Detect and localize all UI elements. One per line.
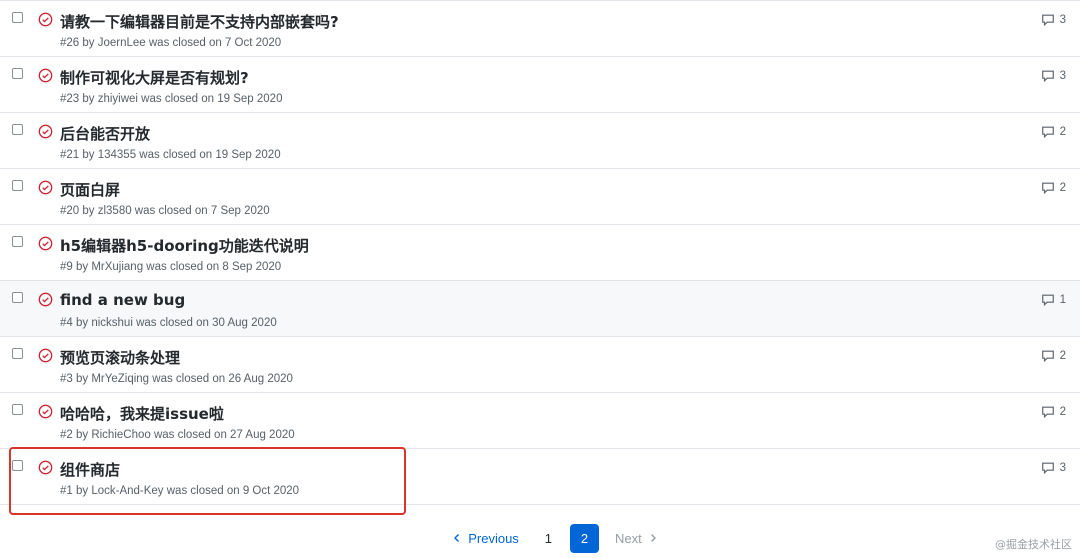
issue-meta: #3 by MrYeZiqing was closed on 26 Aug 20… [60, 373, 293, 385]
comment-icon [1041, 406, 1054, 419]
issue-title-link[interactable]: h5编辑器h5-dooring功能迭代说明 [60, 235, 309, 256]
select-checkbox[interactable] [12, 460, 23, 471]
select-checkbox[interactable] [12, 180, 23, 191]
issue-list: 请教一下编辑器目前是不支持内部嵌套吗? #26 by JoernLee was … [0, 0, 1080, 505]
issue-meta: #23 by zhiyiwei was closed on 19 Sep 202… [60, 93, 283, 105]
issue-meta: #2 by RichieChoo was closed on 27 Aug 20… [60, 429, 295, 441]
comment-count: 3 [1059, 70, 1066, 82]
closed-issue-icon [38, 348, 53, 363]
comment-count: 3 [1059, 14, 1066, 26]
issue-row[interactable]: 制作可视化大屏是否有规划? #23 by zhiyiwei was closed… [0, 57, 1080, 113]
comments-link[interactable]: 3 [1041, 13, 1066, 27]
chevron-right-icon [650, 534, 656, 542]
comment-count: 1 [1059, 294, 1066, 306]
select-checkbox[interactable] [12, 12, 23, 23]
comment-icon [1041, 462, 1054, 475]
closed-issue-icon [38, 460, 53, 475]
issue-title-link[interactable]: 制作可视化大屏是否有规划? [60, 67, 249, 88]
issue-row[interactable]: 组件商店 #1 by Lock-And-Key was closed on 9 … [0, 449, 1080, 505]
closed-issue-icon [38, 236, 53, 251]
issue-meta: #20 by zl3580 was closed on 7 Sep 2020 [60, 205, 270, 217]
select-checkbox[interactable] [12, 404, 23, 415]
select-checkbox[interactable] [12, 68, 23, 79]
issue-title-link[interactable]: find a new bug [60, 291, 185, 309]
comments-link[interactable]: 2 [1041, 405, 1066, 419]
comments-link[interactable]: 3 [1041, 461, 1066, 475]
previous-label: Previous [468, 530, 519, 546]
page-2-current[interactable]: 2 [570, 523, 600, 553]
issue-meta: #4 by nickshui was closed on 30 Aug 2020 [60, 317, 277, 329]
comment-count: 3 [1059, 462, 1066, 474]
comment-icon [1041, 14, 1054, 27]
issue-row[interactable]: find a new bug #4 by nickshui was closed… [0, 281, 1080, 337]
issue-title-link[interactable]: 后台能否开放 [60, 123, 150, 144]
issue-row[interactable]: 预览页滚动条处理 #3 by MrYeZiqing was closed on … [0, 337, 1080, 393]
comments-link[interactable]: 2 [1041, 181, 1066, 195]
issue-row[interactable]: h5编辑器h5-dooring功能迭代说明 #9 by MrXujiang wa… [0, 225, 1080, 281]
comments-link[interactable]: 3 [1041, 69, 1066, 83]
closed-issue-icon [38, 404, 53, 419]
issue-row[interactable]: 页面白屏 #20 by zl3580 was closed on 7 Sep 2… [0, 169, 1080, 225]
issue-meta: #21 by 134355 was closed on 19 Sep 2020 [60, 149, 281, 161]
comment-count: 2 [1059, 406, 1066, 418]
closed-issue-icon [38, 124, 53, 139]
select-checkbox[interactable] [12, 348, 23, 359]
comment-icon [1041, 294, 1054, 307]
page-1-link[interactable]: 1 [535, 527, 562, 550]
comment-count: 2 [1059, 182, 1066, 194]
select-checkbox[interactable] [12, 236, 23, 247]
pagination: Previous 1 2 Next [0, 523, 1080, 553]
issue-title-link[interactable]: 哈哈哈，我来提issue啦 [60, 403, 224, 424]
comment-icon [1041, 126, 1054, 139]
issue-title-link[interactable]: 预览页滚动条处理 [60, 347, 180, 368]
issue-row[interactable]: 哈哈哈，我来提issue啦 #2 by RichieChoo was close… [0, 393, 1080, 449]
previous-page-button[interactable]: Previous [444, 527, 527, 550]
issue-meta: #1 by Lock-And-Key was closed on 9 Oct 2… [60, 485, 300, 497]
issue-title-link[interactable]: 请教一下编辑器目前是不支持内部嵌套吗? [60, 11, 339, 32]
closed-issue-icon [38, 180, 53, 195]
watermark: @掘金技术社区 [995, 538, 1072, 551]
comments-link[interactable]: 2 [1041, 349, 1066, 363]
closed-issue-icon [38, 68, 53, 83]
comment-icon [1041, 70, 1054, 83]
comment-icon [1041, 182, 1054, 195]
comments-link[interactable]: 2 [1041, 125, 1066, 139]
select-checkbox[interactable] [12, 124, 23, 135]
issue-meta: #9 by MrXujiang was closed on 8 Sep 2020 [60, 261, 282, 273]
comment-count: 2 [1059, 350, 1066, 362]
select-checkbox[interactable] [12, 292, 23, 303]
closed-issue-icon [38, 292, 53, 307]
issue-title-link[interactable]: 页面白屏 [60, 179, 120, 200]
issue-meta: #26 by JoernLee was closed on 7 Oct 2020 [60, 37, 282, 49]
issue-row[interactable]: 请教一下编辑器目前是不支持内部嵌套吗? #26 by JoernLee was … [0, 1, 1080, 57]
chevron-left-icon [454, 534, 460, 542]
comment-count: 2 [1059, 126, 1066, 138]
comment-icon [1041, 350, 1054, 363]
next-label: Next [615, 530, 642, 546]
issue-title-link[interactable]: 组件商店 [60, 459, 120, 480]
closed-issue-icon [38, 12, 53, 27]
next-page-button: Next [607, 527, 666, 550]
comments-link[interactable]: 1 [1041, 293, 1066, 307]
issue-row[interactable]: 后台能否开放 #21 by 134355 was closed on 19 Se… [0, 113, 1080, 169]
